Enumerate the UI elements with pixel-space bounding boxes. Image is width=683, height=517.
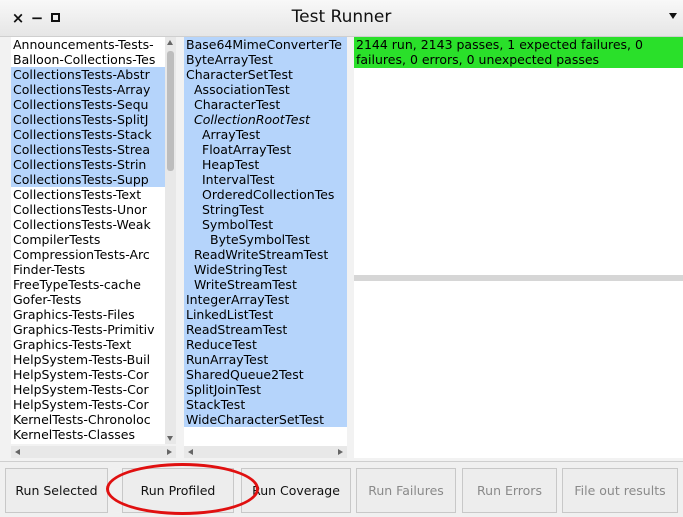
button-bar: Run Selected Run Profiled Run Coverage R… [0,461,683,517]
run-selected-button[interactable]: Run Selected [5,468,108,513]
package-list-item[interactable]: HelpSystem-Tests-Cor [11,367,176,382]
package-list-item[interactable]: KernelTests-Classes [11,427,176,442]
result-status-text: 2144 run, 2143 passes, 1 expected failur… [354,37,683,68]
test-class-list-item[interactable]: AssociationTest [184,82,347,97]
package-list-item[interactable]: CollectionsTests-Text [11,187,176,202]
package-list-item[interactable]: FreeTypeTests-cache [11,277,176,292]
test-class-list-item[interactable]: FloatArrayTest [184,142,347,157]
test-class-list-item[interactable]: ReadWriteStreamTest [184,247,347,262]
test-class-list-item[interactable]: StackTest [184,397,347,412]
scroll-right-arrow-icon[interactable] [338,449,343,455]
test-class-list-horizontal-scrollbar[interactable] [184,446,347,458]
package-list[interactable]: Announcements-Tests- Balloon-Collections-… [11,37,176,444]
scroll-left-arrow-icon[interactable] [188,449,193,455]
package-list-items: Announcements-Tests- Balloon-Collections-… [11,37,176,444]
package-list-item[interactable]: Graphics-Tests-Files [11,307,176,322]
package-list-item[interactable]: CollectionsTests-Strin [11,157,176,172]
test-class-list-item[interactable]: IntegerArrayTest [184,292,347,307]
package-list-item[interactable]: Graphics-Tests-Primitiv [11,322,176,337]
package-list-item[interactable]: Gofer-Tests [11,292,176,307]
package-list-item[interactable]: CollectionsTests-SplitJ [11,112,176,127]
run-coverage-button[interactable]: Run Coverage [241,468,351,513]
test-class-list-item[interactable]: WriteStreamTest [184,277,347,292]
scrollbar-thumb[interactable] [167,51,174,171]
package-list-item[interactable]: CollectionsTests-Sequ [11,97,176,112]
test-class-list-item[interactable]: CharacterSetTest [184,67,347,82]
scroll-up-arrow-icon[interactable] [167,40,173,45]
package-list-item[interactable]: CollectionsTests-Array [11,82,176,97]
package-list-item[interactable]: CollectionsTests-Weak [11,217,176,232]
scroll-right-arrow-icon[interactable] [167,449,172,455]
package-list-item[interactable]: CollectionsTests-Unor [11,202,176,217]
package-list-item[interactable]: Announcements-Tests- [11,37,176,52]
package-list-item[interactable]: CollectionsTests-Supp [11,172,176,187]
window-menu-icon[interactable] [669,13,677,19]
test-class-list-item[interactable]: StringTest [184,202,347,217]
package-list-item[interactable]: Balloon-Collections-Tes [11,52,176,67]
run-errors-button[interactable]: Run Errors [462,468,557,513]
test-class-list-item[interactable]: WideCharacterSetTest [184,412,347,427]
test-class-list-item[interactable]: SymbolTest [184,217,347,232]
test-class-list-item[interactable]: SharedQueue2Test [184,367,347,382]
package-list-item[interactable]: KernelTests-Chronoloc [11,412,176,427]
package-list-item[interactable]: Finder-Tests [11,262,176,277]
test-class-list-item[interactable]: CollectionRootTest [184,112,347,127]
result-summary-pane: 2144 run, 2143 passes, 1 expected failur… [354,37,683,275]
test-runner-window: × − Test Runner Announcements-Tests- Ball… [0,0,683,517]
package-list-item[interactable]: CollectionsTests-Stack [11,127,176,142]
test-class-list-item[interactable]: WideStringTest [184,262,347,277]
title-bar: × − Test Runner [0,0,683,37]
test-class-list-item[interactable]: ByteArrayTest [184,52,347,67]
run-profiled-button[interactable]: Run Profiled [122,468,234,513]
window-title: Test Runner [291,7,392,27]
test-class-list-item[interactable]: ReduceTest [184,337,347,352]
file-out-results-button[interactable]: File out results [562,468,678,513]
test-class-list-item[interactable]: CharacterTest [184,97,347,112]
test-class-list-item[interactable]: SplitJoinTest [184,382,347,397]
package-list-item[interactable]: HelpSystem-Tests-Cor [11,397,176,412]
test-class-list-item[interactable]: ReadStreamTest [184,322,347,337]
package-list-item[interactable]: CompressionTests-Arc [11,247,176,262]
package-list-item[interactable]: Graphics-Tests-Text [11,337,176,352]
test-class-list-item[interactable]: LinkedListTest [184,307,347,322]
test-class-list-items: Base64MimeConverterTe ByteArrayTest Charac… [184,37,347,427]
test-class-list-item[interactable]: HeapTest [184,157,347,172]
test-class-list-item[interactable]: ArrayTest [184,127,347,142]
package-list-item[interactable]: CompilerTests [11,232,176,247]
package-list-item[interactable]: HelpSystem-Tests-Cor [11,382,176,397]
test-class-list-item[interactable]: IntervalTest [184,172,347,187]
package-list-item[interactable]: HelpSystem-Tests-Buil [11,352,176,367]
package-list-item[interactable]: CollectionsTests-Strea [11,142,176,157]
package-list-item[interactable]: KernelTests-Exception [11,442,176,444]
test-class-list-item[interactable]: OrderedCollectionTes [184,187,347,202]
package-list-horizontal-scrollbar[interactable] [11,446,176,458]
test-class-list-item[interactable]: RunArrayTest [184,352,347,367]
scroll-left-arrow-icon[interactable] [15,449,20,455]
test-class-list-item[interactable]: ByteSymbolTest [184,232,347,247]
package-list-item[interactable]: CollectionsTests-Abstr [11,67,176,82]
test-class-list-item[interactable]: Base64MimeConverterTe [184,37,347,52]
package-list-vertical-scrollbar[interactable] [165,37,176,444]
test-class-list[interactable]: Base64MimeConverterTe ByteArrayTest Charac… [184,37,347,446]
scroll-down-arrow-icon[interactable] [167,436,173,441]
failure-list[interactable] [354,281,683,458]
run-failures-button[interactable]: Run Failures [356,468,456,513]
